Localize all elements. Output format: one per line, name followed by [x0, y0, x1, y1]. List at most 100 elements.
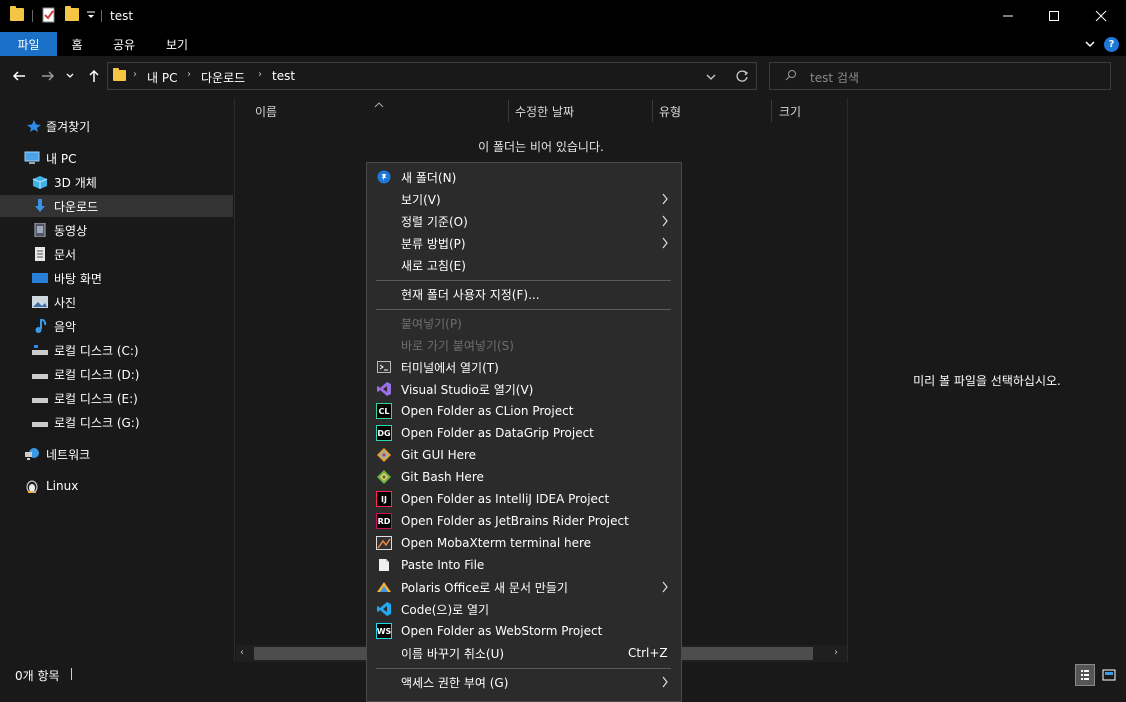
sidebar-item-desktop[interactable]: 바탕 화면 — [0, 267, 233, 289]
sidebar-item-label: 내 PC — [46, 151, 77, 166]
new-folder-icon[interactable] — [65, 6, 79, 21]
menu-item-open-visual-studio[interactable]: Visual Studio로 열기(V) — [367, 378, 681, 400]
folder-icon — [10, 6, 24, 21]
breadcrumb-chevron-icon: › — [258, 69, 262, 80]
menu-item-undo-rename[interactable]: 이름 바꾸기 취소(U) Ctrl+Z — [367, 642, 681, 664]
sidebar-item-3d-objects[interactable]: 3D 개체 — [0, 171, 233, 193]
help-icon[interactable]: ? — [1104, 37, 1119, 52]
sidebar-item-label: 즐겨찾기 — [46, 119, 91, 134]
breadcrumb-item-pc[interactable]: 내 PC — [147, 69, 177, 86]
column-header-type[interactable]: 유형 — [659, 100, 769, 122]
menu-item-polaris-office[interactable]: Polaris Office로 새 문서 만들기 — [367, 576, 681, 598]
sidebar-item-label: 로컬 디스크 (G:) — [54, 415, 140, 430]
sidebar-item-downloads[interactable]: 다운로드 — [0, 195, 233, 217]
menu-item-open-terminal[interactable]: 터미널에서 열기(T) — [367, 356, 681, 378]
scroll-right-icon[interactable]: › — [834, 647, 838, 658]
breadcrumb-item-downloads[interactable]: 다운로드 — [201, 69, 245, 86]
up-button[interactable] — [85, 66, 103, 86]
menu-item-open-clion[interactable]: CL Open Folder as CLion Project — [367, 400, 681, 422]
address-history-dropdown[interactable] — [705, 71, 717, 81]
back-button[interactable] — [10, 66, 28, 86]
location-folder-icon — [113, 68, 126, 81]
menu-item-paste: 붙여넣기(P) — [401, 316, 462, 331]
column-divider[interactable] — [771, 100, 772, 122]
title-bar — [0, 0, 1126, 32]
ribbon-expand-icon[interactable] — [1084, 38, 1096, 50]
new-folder-pin-icon — [376, 169, 392, 185]
status-divider — [71, 668, 72, 680]
menu-item-refresh[interactable]: 새로 고침(E) — [367, 254, 681, 276]
details-view-icon — [1081, 670, 1089, 680]
menu-item-view[interactable]: 보기(V) — [367, 188, 681, 210]
tab-view[interactable]: 보기 — [157, 32, 197, 56]
column-divider[interactable] — [508, 100, 509, 122]
refresh-icon — [736, 70, 749, 82]
tab-file[interactable]: 파일 — [0, 32, 57, 56]
customize-dropdown-icon[interactable] — [86, 9, 96, 21]
sidebar-item-music[interactable]: 음악 — [0, 315, 233, 337]
submenu-arrow-icon — [662, 215, 668, 227]
sidebar-item-favorites[interactable]: 즐겨찾기 — [0, 115, 233, 137]
maximize-icon — [1049, 11, 1059, 21]
menu-item-open-datagrip[interactable]: DG Open Folder as DataGrip Project — [367, 422, 681, 444]
intellij-icon: IJ — [376, 491, 392, 507]
menu-item-open-rider[interactable]: RD Open Folder as JetBrains Rider Projec… — [367, 510, 681, 532]
menu-item-open-vscode[interactable]: Code(으)로 열기 — [367, 598, 681, 620]
scroll-left-icon[interactable]: ‹ — [240, 647, 244, 658]
sidebar-item-documents[interactable]: 문서 — [0, 243, 233, 265]
search-placeholder: test 검색 — [810, 71, 859, 85]
menu-item-paste-into-file[interactable]: Paste Into File — [367, 554, 681, 576]
close-button[interactable] — [1078, 0, 1124, 32]
document-icon — [35, 247, 45, 261]
menu-item-group-by[interactable]: 분류 방법(P) — [367, 232, 681, 254]
preview-message: 미리 볼 파일을 선택하십시오. — [913, 374, 1061, 388]
breadcrumb-chevron-icon: › — [187, 69, 191, 80]
sidebar-item-label: 네트워크 — [46, 447, 91, 462]
submenu-arrow-icon — [662, 581, 668, 593]
sidebar-item-drive-d[interactable]: 로컬 디스크 (D:) — [0, 363, 233, 385]
sidebar-item-pictures[interactable]: 사진 — [0, 291, 233, 313]
menu-item-new-folder[interactable]: 새 폴더(N) — [367, 166, 681, 188]
tab-home[interactable]: 홈 — [62, 32, 92, 56]
clion-icon: CL — [376, 403, 392, 419]
sidebar-item-network[interactable]: 네트워크 — [0, 443, 233, 465]
forward-button[interactable] — [39, 66, 57, 86]
recent-locations-button[interactable] — [64, 66, 76, 86]
details-view-button[interactable] — [1075, 664, 1095, 686]
sidebar-item-this-pc[interactable]: 내 PC — [0, 147, 233, 169]
breadcrumb-item-test[interactable]: test — [272, 69, 295, 83]
maximize-button[interactable] — [1031, 0, 1077, 32]
toolbar-divider — [32, 10, 33, 22]
polaris-icon — [376, 579, 392, 595]
music-icon — [35, 319, 47, 333]
large-icons-view-button[interactable] — [1099, 664, 1119, 686]
linux-icon — [26, 480, 38, 493]
sidebar-item-drive-c[interactable]: 로컬 디스크 (C:) — [0, 339, 233, 361]
column-header-date[interactable]: 수정한 날짜 — [515, 100, 650, 122]
minimize-button[interactable] — [985, 0, 1031, 32]
menu-item-open-intellij[interactable]: IJ Open Folder as IntelliJ IDEA Project — [367, 488, 681, 510]
menu-item-mobaxterm[interactable]: Open MobaXterm terminal here — [367, 532, 681, 554]
menu-item-give-access[interactable]: 액세스 권한 부여 (G) — [367, 671, 681, 693]
column-divider[interactable] — [652, 100, 653, 122]
desktop-icon — [32, 273, 48, 283]
network-icon — [25, 448, 39, 460]
toolbar-divider — [101, 10, 102, 22]
refresh-button[interactable] — [735, 69, 749, 83]
forward-arrow-icon — [42, 71, 55, 81]
menu-item-customize-folder[interactable]: 현재 폴더 사용자 지정(F)... — [367, 283, 681, 305]
visual-studio-icon — [376, 381, 392, 397]
column-header-size[interactable]: 크기 — [779, 100, 839, 122]
tab-share[interactable]: 공유 — [104, 32, 144, 56]
sidebar-item-videos[interactable]: 동영상 — [0, 219, 233, 241]
menu-item-sort-by[interactable]: 정렬 기준(O) — [367, 210, 681, 232]
column-header-name[interactable]: 이름 — [255, 100, 505, 122]
properties-icon[interactable] — [42, 7, 56, 23]
menu-item-git-gui[interactable]: Git GUI Here — [367, 444, 681, 466]
sidebar-item-drive-e[interactable]: 로컬 디스크 (E:) — [0, 387, 233, 409]
pane-divider[interactable] — [234, 98, 235, 662]
sidebar-item-drive-g[interactable]: 로컬 디스크 (G:) — [0, 411, 233, 433]
menu-item-git-bash[interactable]: Git Bash Here — [367, 466, 681, 488]
menu-item-open-webstorm[interactable]: WS Open Folder as WebStorm Project — [367, 620, 681, 642]
sidebar-item-linux[interactable]: Linux — [0, 475, 233, 497]
